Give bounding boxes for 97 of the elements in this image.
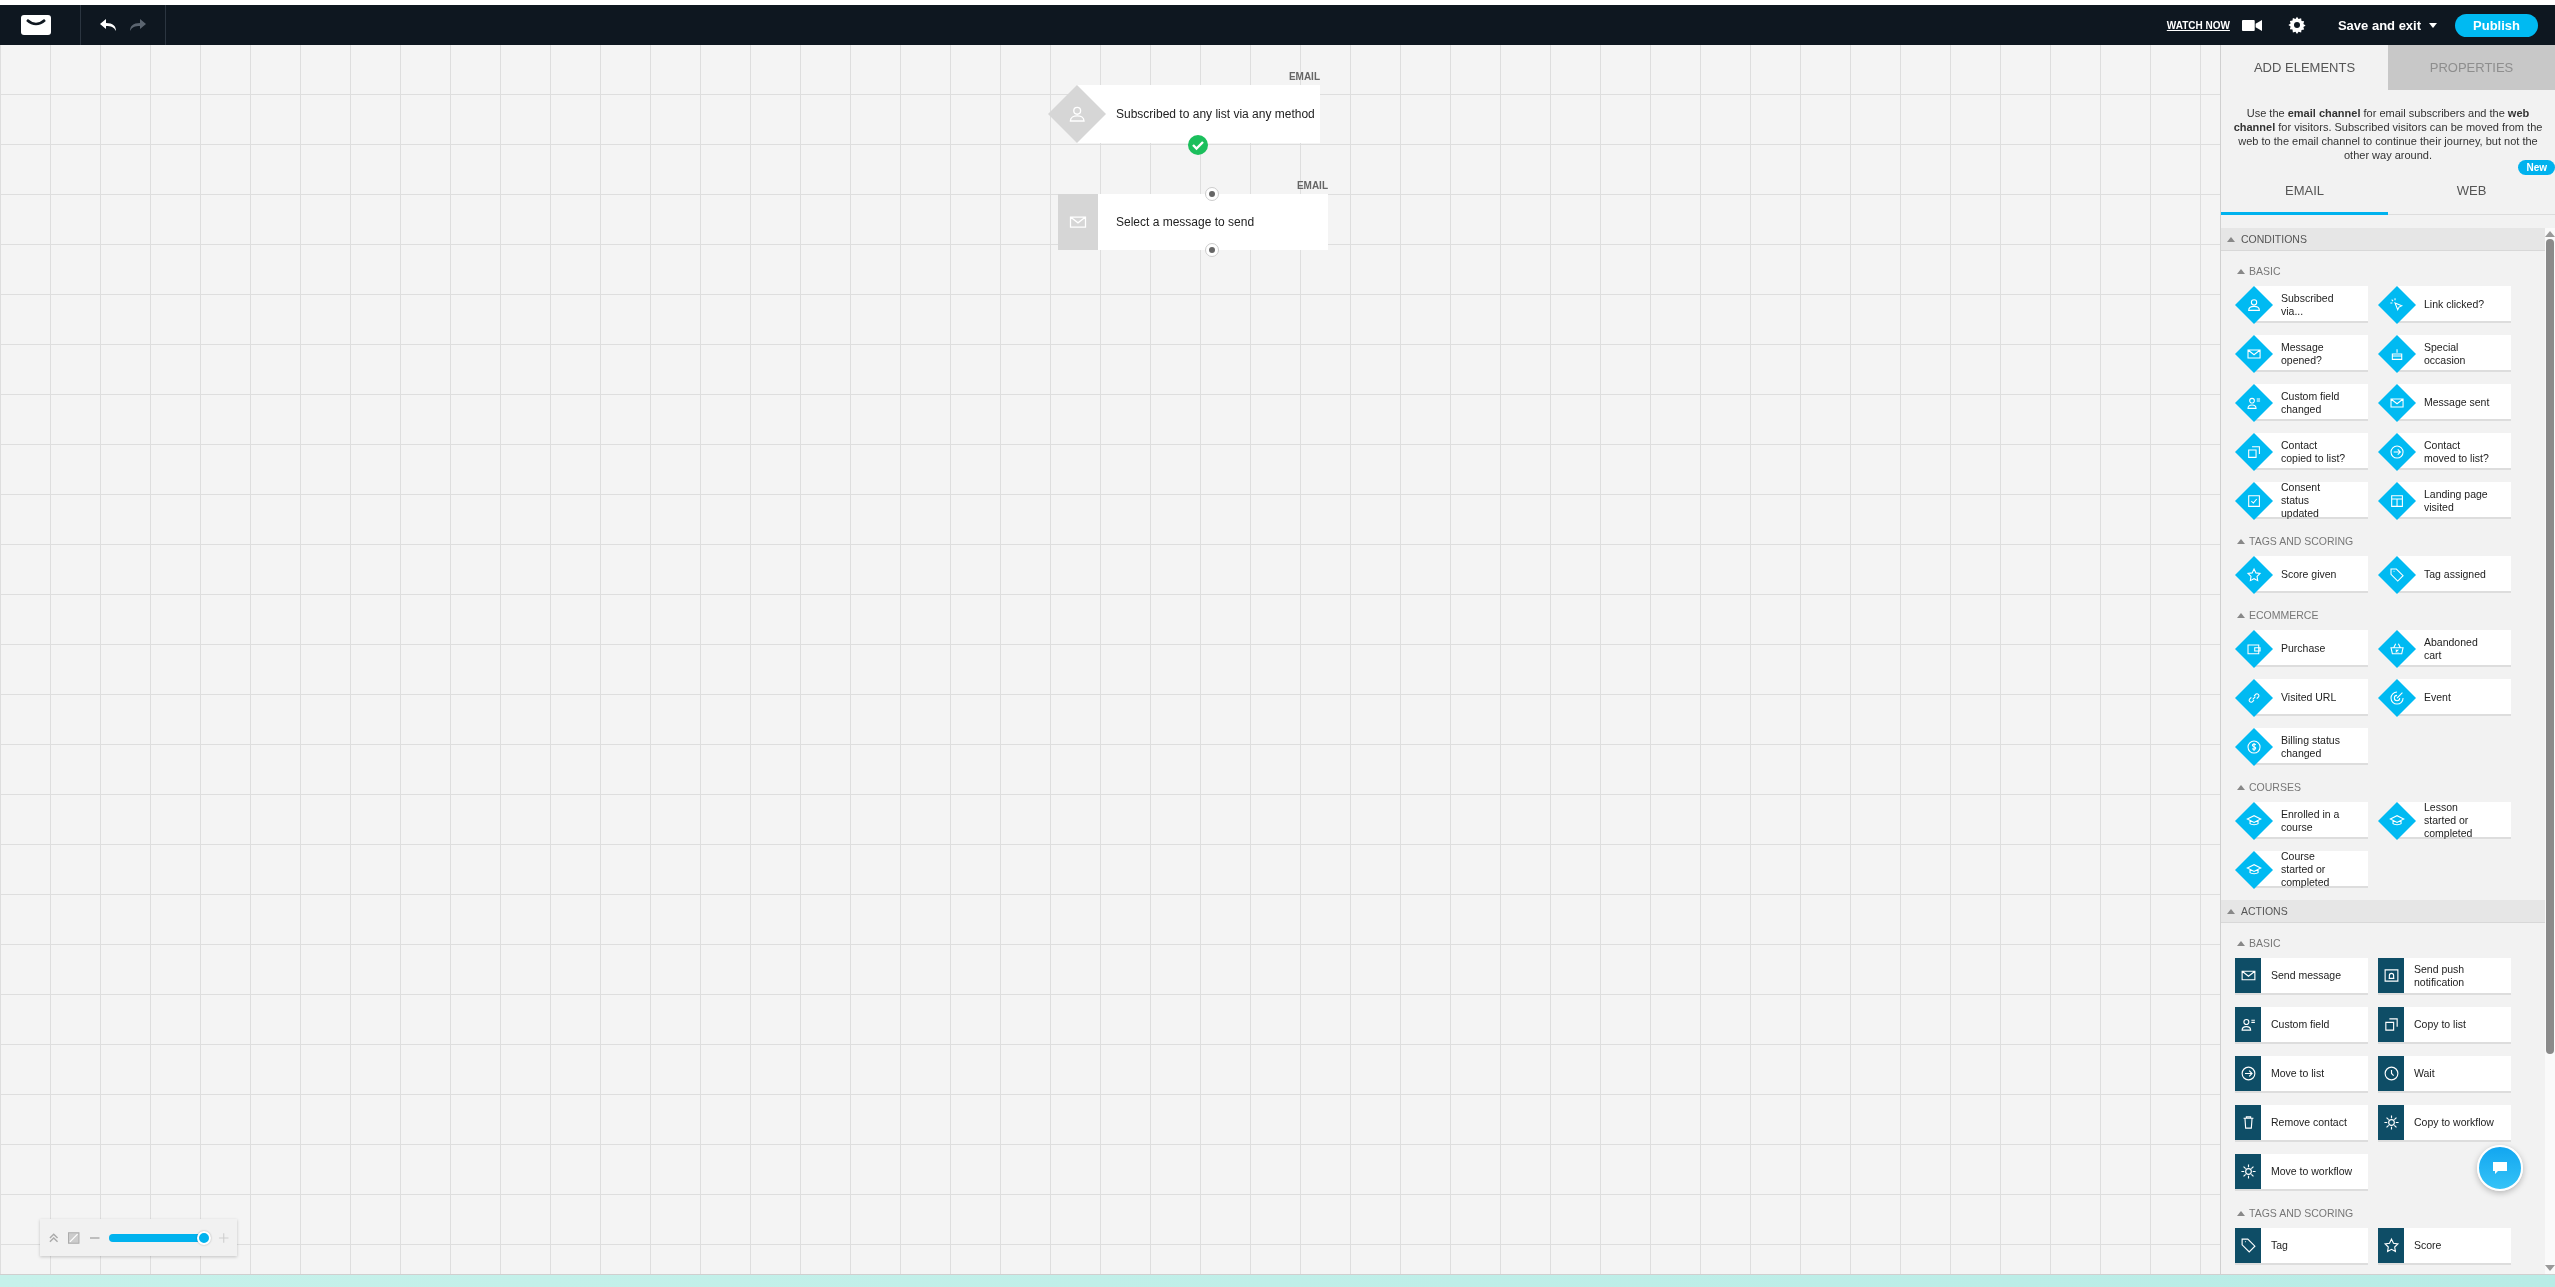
scroll-down-icon[interactable] xyxy=(2545,1265,2555,1271)
group-header[interactable]: BASIC xyxy=(2221,251,2281,286)
element-tile[interactable]: Tag xyxy=(2235,1228,2368,1265)
group-header[interactable]: ECOMMERCE xyxy=(2221,595,2319,630)
element-tile[interactable]: Special occasion xyxy=(2378,335,2511,372)
wallet-icon xyxy=(2235,629,2273,668)
element-tile[interactable]: Remove contact xyxy=(2235,1105,2368,1142)
element-tile[interactable]: Tag assigned xyxy=(2378,556,2511,593)
element-tile[interactable]: Lesson started or completed xyxy=(2378,802,2511,839)
squares-icon xyxy=(2235,432,2273,471)
triangle-icon xyxy=(2237,784,2245,790)
triangle-icon xyxy=(2237,268,2245,274)
channel-label: EMAIL xyxy=(1296,180,1328,191)
element-tile[interactable]: Send message xyxy=(2235,958,2368,995)
element-tile[interactable]: Copy to list xyxy=(2378,1007,2511,1044)
caret-icon xyxy=(2429,22,2438,28)
element-tile[interactable]: Enrolled in a course xyxy=(2235,802,2368,839)
contact-card-icon xyxy=(2235,383,2273,422)
watch-now-link[interactable]: WATCH NOW xyxy=(2166,19,2230,31)
bell-icon xyxy=(2378,958,2404,993)
new-badge: New xyxy=(2518,160,2555,175)
envelope-icon xyxy=(2378,383,2416,422)
undo-icon[interactable] xyxy=(99,18,117,32)
basket-icon xyxy=(2378,629,2416,668)
double-chevron-icon[interactable] xyxy=(48,1231,60,1244)
squares-icon xyxy=(2378,1007,2404,1042)
element-tile[interactable]: Course started or completed xyxy=(2235,851,2368,888)
element-tile[interactable]: Message sent xyxy=(2378,384,2511,421)
section-header[interactable]: ACTIONS xyxy=(2221,900,2545,923)
element-tile[interactable]: Custom field xyxy=(2235,1007,2368,1044)
intro-text: Use the email channel for email subscribers and the web channel for visitors. Subscribed visitors can be moved from the web to the email channel to continue their journey, but not the other way around. xyxy=(2232,106,2544,163)
triangle-icon xyxy=(2227,908,2235,914)
element-tile[interactable]: Message opened? xyxy=(2235,335,2368,372)
element-tile[interactable]: Copy to workflow xyxy=(2378,1105,2511,1142)
element-tile[interactable]: Link clicked? xyxy=(2378,286,2511,323)
input-port[interactable] xyxy=(1205,187,1219,201)
element-tile[interactable]: Event xyxy=(2378,679,2511,716)
logo-icon[interactable] xyxy=(20,14,52,36)
triangle-icon xyxy=(2227,236,2235,242)
element-tile[interactable]: Contact moved to list? xyxy=(2378,433,2511,470)
video-camera-icon[interactable] xyxy=(2241,18,2262,32)
workflow-node[interactable]: Select a message to send xyxy=(1058,194,1328,250)
triangle-icon xyxy=(2237,940,2245,946)
layout-icon xyxy=(2378,481,2416,520)
element-tile[interactable]: Custom field changed xyxy=(2235,384,2368,421)
element-tile[interactable]: Contact copied to list? xyxy=(2235,433,2368,470)
scrollbar[interactable] xyxy=(2545,228,2555,1274)
workflow-node[interactable]: Subscribed to any list via any method xyxy=(1048,85,1320,143)
speech-bubble-icon xyxy=(2492,1161,2508,1175)
star-icon xyxy=(2235,555,2273,594)
element-tile[interactable]: Abandoned cart xyxy=(2378,630,2511,667)
element-tile[interactable]: Consent status updated xyxy=(2235,482,2368,519)
graduation-cap-icon xyxy=(2235,801,2273,840)
trash-icon xyxy=(2235,1105,2261,1140)
channel-tab[interactable]: EMAIL xyxy=(2221,168,2388,215)
element-tile[interactable]: Score given xyxy=(2235,556,2368,593)
clock-icon xyxy=(2378,1056,2404,1091)
target-icon xyxy=(2378,678,2416,717)
channel-label: EMAIL xyxy=(1288,71,1320,82)
graduation-cap-icon xyxy=(2378,801,2416,840)
triangle-icon xyxy=(2237,538,2245,544)
settings-icon[interactable] xyxy=(2287,16,2306,34)
element-tile[interactable]: Subscribed via... xyxy=(2235,286,2368,323)
element-tile[interactable]: Send push notification xyxy=(2378,958,2511,995)
triangle-icon xyxy=(2237,612,2245,618)
fit-screen-icon[interactable] xyxy=(68,1231,80,1244)
envelope-icon xyxy=(2235,334,2273,373)
element-tile[interactable]: Purchase xyxy=(2235,630,2368,667)
group-header[interactable]: TAGS AND SCORING xyxy=(2221,1193,2354,1228)
contact-card-icon xyxy=(2235,1007,2261,1042)
element-tile[interactable]: Score xyxy=(2378,1228,2511,1265)
link-icon xyxy=(2235,678,2273,717)
dollar-icon xyxy=(2235,727,2273,766)
element-tile[interactable]: Billing status changed xyxy=(2235,728,2368,765)
group-header[interactable]: TAGS AND SCORING xyxy=(2221,521,2354,556)
output-port[interactable] xyxy=(1205,243,1219,257)
section-header[interactable]: CONDITIONS xyxy=(2221,228,2545,251)
element-tile[interactable]: Landing page visited xyxy=(2378,482,2511,519)
cursor-icon xyxy=(2378,285,2416,324)
element-tile[interactable]: Move to list xyxy=(2235,1056,2368,1093)
triangle-icon xyxy=(2237,1210,2245,1216)
scroll-up-icon[interactable] xyxy=(2545,231,2555,237)
group-header[interactable]: COURSES xyxy=(2221,767,2301,802)
element-tile[interactable]: Move to workflow xyxy=(2235,1154,2368,1191)
group-header[interactable]: BASIC xyxy=(2221,923,2281,958)
envelope-icon xyxy=(1058,194,1098,250)
tag-icon xyxy=(2235,1228,2261,1263)
envelope-icon xyxy=(2235,958,2261,993)
element-tile[interactable]: Visited URL xyxy=(2235,679,2368,716)
checkbox-icon xyxy=(2235,481,2273,520)
cake-icon xyxy=(2378,334,2416,373)
tag-icon xyxy=(2378,555,2416,594)
zoom-slider[interactable] xyxy=(109,1233,209,1242)
person-icon xyxy=(1048,85,1106,143)
element-tile[interactable]: Wait xyxy=(2378,1056,2511,1093)
graduation-cap-icon xyxy=(2235,850,2273,889)
person-icon xyxy=(2235,285,2273,324)
